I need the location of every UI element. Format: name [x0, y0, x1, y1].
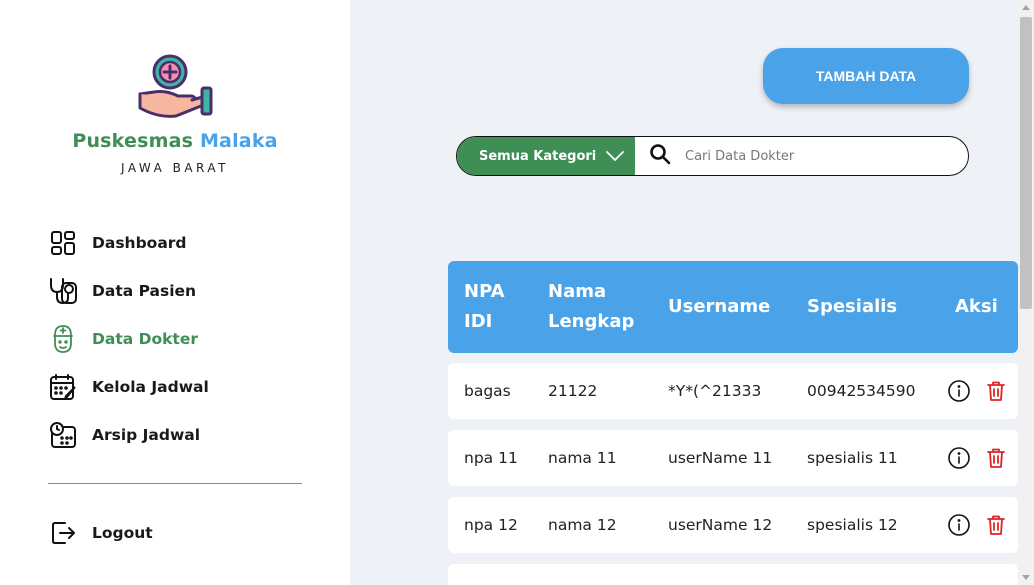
calendar-clock-icon: [48, 420, 78, 450]
header-nama-line2: Lengkap: [548, 311, 635, 332]
cell-spesialis: spesialis 12: [807, 516, 898, 534]
cell-username: *Y*(^21333: [668, 382, 762, 400]
brand-subtitle: JAWA BARAT: [120, 161, 229, 175]
scroll-up-arrow-icon[interactable]: [1018, 0, 1034, 14]
cell-nama: nama 12: [548, 516, 617, 534]
table-row: npa 11 nama 11 userName 11 spesialis 11: [448, 430, 1018, 486]
cell-npa: npa 12: [464, 516, 518, 534]
table-row: bagas 21122 *Y*(^21333 00942534590: [448, 363, 1018, 419]
info-icon[interactable]: [946, 378, 972, 404]
scrollbar-track[interactable]: [1018, 0, 1034, 585]
nav-label-dashboard: Dashboard: [92, 234, 187, 252]
calendar-edit-icon: [48, 372, 78, 402]
search-input[interactable]: [685, 148, 945, 164]
header-username: Username: [668, 296, 771, 317]
trash-icon[interactable]: [983, 378, 1009, 404]
search-area: [635, 137, 968, 175]
category-select-label: Semua Kategori: [479, 148, 597, 164]
nav-label-arsip-jadwal: Arsip Jadwal: [92, 426, 201, 444]
header-aksi: Aksi: [955, 296, 998, 317]
info-icon[interactable]: [946, 445, 972, 471]
header-npa-line2: IDI: [464, 311, 493, 332]
nav-item-dashboard[interactable]: Dashboard: [48, 226, 308, 260]
header-npa-idi: NPA IDI: [464, 277, 505, 337]
header-nama-line1: Nama: [548, 281, 607, 302]
cell-nama: nama 11: [548, 449, 617, 467]
nav-item-arsip-jadwal[interactable]: Arsip Jadwal: [48, 418, 308, 452]
search-icon: [649, 143, 671, 169]
table-row: npa 12 nama 12 userName 12 spesialis 12: [448, 497, 1018, 553]
cell-username: userName 11: [668, 449, 773, 467]
sidebar: Puskesmas Malaka JAWA BARAT Dashboard Da…: [0, 0, 350, 585]
table-header: NPA IDI Nama Lengkap Username Spesialis …: [448, 261, 1018, 353]
cell-npa: npa 11: [464, 449, 518, 467]
cell-spesialis: spesialis 11: [807, 449, 898, 467]
cell-spesialis: 00942534590: [807, 382, 916, 400]
stethoscope-icon: [48, 276, 78, 306]
info-icon[interactable]: [946, 512, 972, 538]
nav-item-data-pasien[interactable]: Data Pasien: [48, 274, 308, 308]
scroll-down-arrow-icon[interactable]: [1018, 571, 1034, 585]
nav-label-kelola-jadwal: Kelola Jadwal: [92, 378, 209, 396]
cell-nama: 21122: [548, 382, 598, 400]
cell-npa: bagas: [464, 382, 511, 400]
category-select[interactable]: Semua Kategori: [457, 137, 635, 175]
nav-item-logout[interactable]: Logout: [48, 516, 308, 550]
header-npa-line1: NPA: [464, 281, 505, 302]
nav-label-data-dokter: Data Dokter: [92, 330, 198, 348]
header-nama-lengkap: Nama Lengkap: [548, 277, 634, 337]
trash-icon[interactable]: [983, 512, 1009, 538]
scrollbar-thumb[interactable]: [1020, 17, 1032, 309]
brand-name-part1: Puskesmas: [72, 130, 194, 152]
grid-icon: [48, 228, 78, 258]
nav-label-data-pasien: Data Pasien: [92, 282, 197, 300]
brand-name-part2: Malaka: [199, 130, 278, 152]
brand-name: Puskesmas Malaka: [0, 130, 350, 152]
chevron-down-icon: [605, 148, 625, 168]
nav-item-kelola-jadwal[interactable]: Kelola Jadwal: [48, 370, 308, 404]
cell-username: userName 12: [668, 516, 773, 534]
doctor-icon: [48, 324, 78, 354]
nav-item-data-dokter[interactable]: Data Dokter: [48, 322, 308, 356]
table-row-partial: [448, 564, 1018, 585]
logo-icon: [138, 54, 213, 118]
search-bar: Semua Kategori: [456, 136, 969, 176]
header-spesialis: Spesialis: [807, 296, 898, 317]
trash-icon[interactable]: [983, 445, 1009, 471]
nav-label-logout: Logout: [92, 524, 153, 542]
tambah-data-button[interactable]: TAMBAH DATA: [763, 48, 969, 104]
logout-icon: [48, 518, 78, 548]
sidebar-divider: [48, 483, 302, 484]
